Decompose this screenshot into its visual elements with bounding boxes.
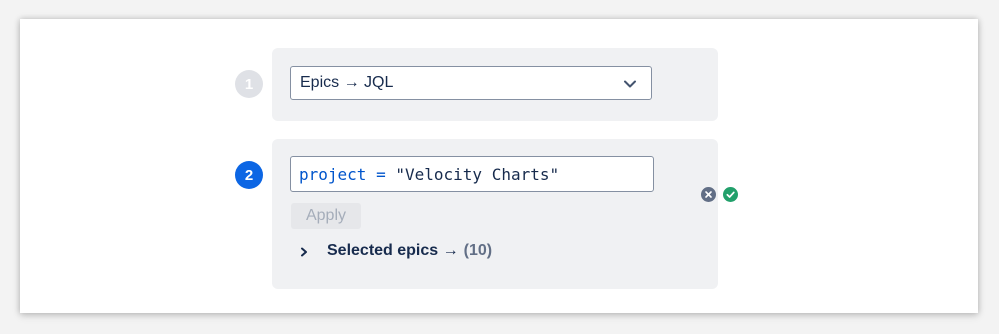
clear-icon[interactable]	[624, 168, 717, 202]
source-select[interactable]: Epics → JQL	[290, 66, 652, 100]
step-2-indicator: 2	[235, 161, 263, 189]
step-2-panel: project = "Velocity Charts" Apply Select…	[272, 139, 739, 289]
step-1-indicator: 1	[235, 70, 263, 98]
chevron-right-icon	[299, 245, 309, 257]
valid-check-icon	[646, 168, 739, 202]
step-1-panel: Epics → JQL	[272, 48, 718, 121]
jql-query-input[interactable]: project = "Velocity Charts"	[290, 156, 739, 202]
jql-value: "Velocity Charts"	[395, 164, 560, 184]
apply-button[interactable]: Apply	[291, 203, 361, 229]
jql-operator: =	[376, 164, 386, 184]
source-select-value: Epics → JQL	[300, 74, 394, 91]
selected-epics-label: Selected epics →	[327, 242, 459, 259]
selected-epics-toggle[interactable]: Selected epics → (10)	[299, 239, 492, 263]
selected-epics-count: (10)	[463, 242, 493, 259]
configuration-card: 1 Epics → JQL 2 project = "Velocity Char…	[20, 19, 978, 313]
jql-field: project	[299, 164, 367, 184]
chevron-down-icon	[623, 77, 637, 89]
